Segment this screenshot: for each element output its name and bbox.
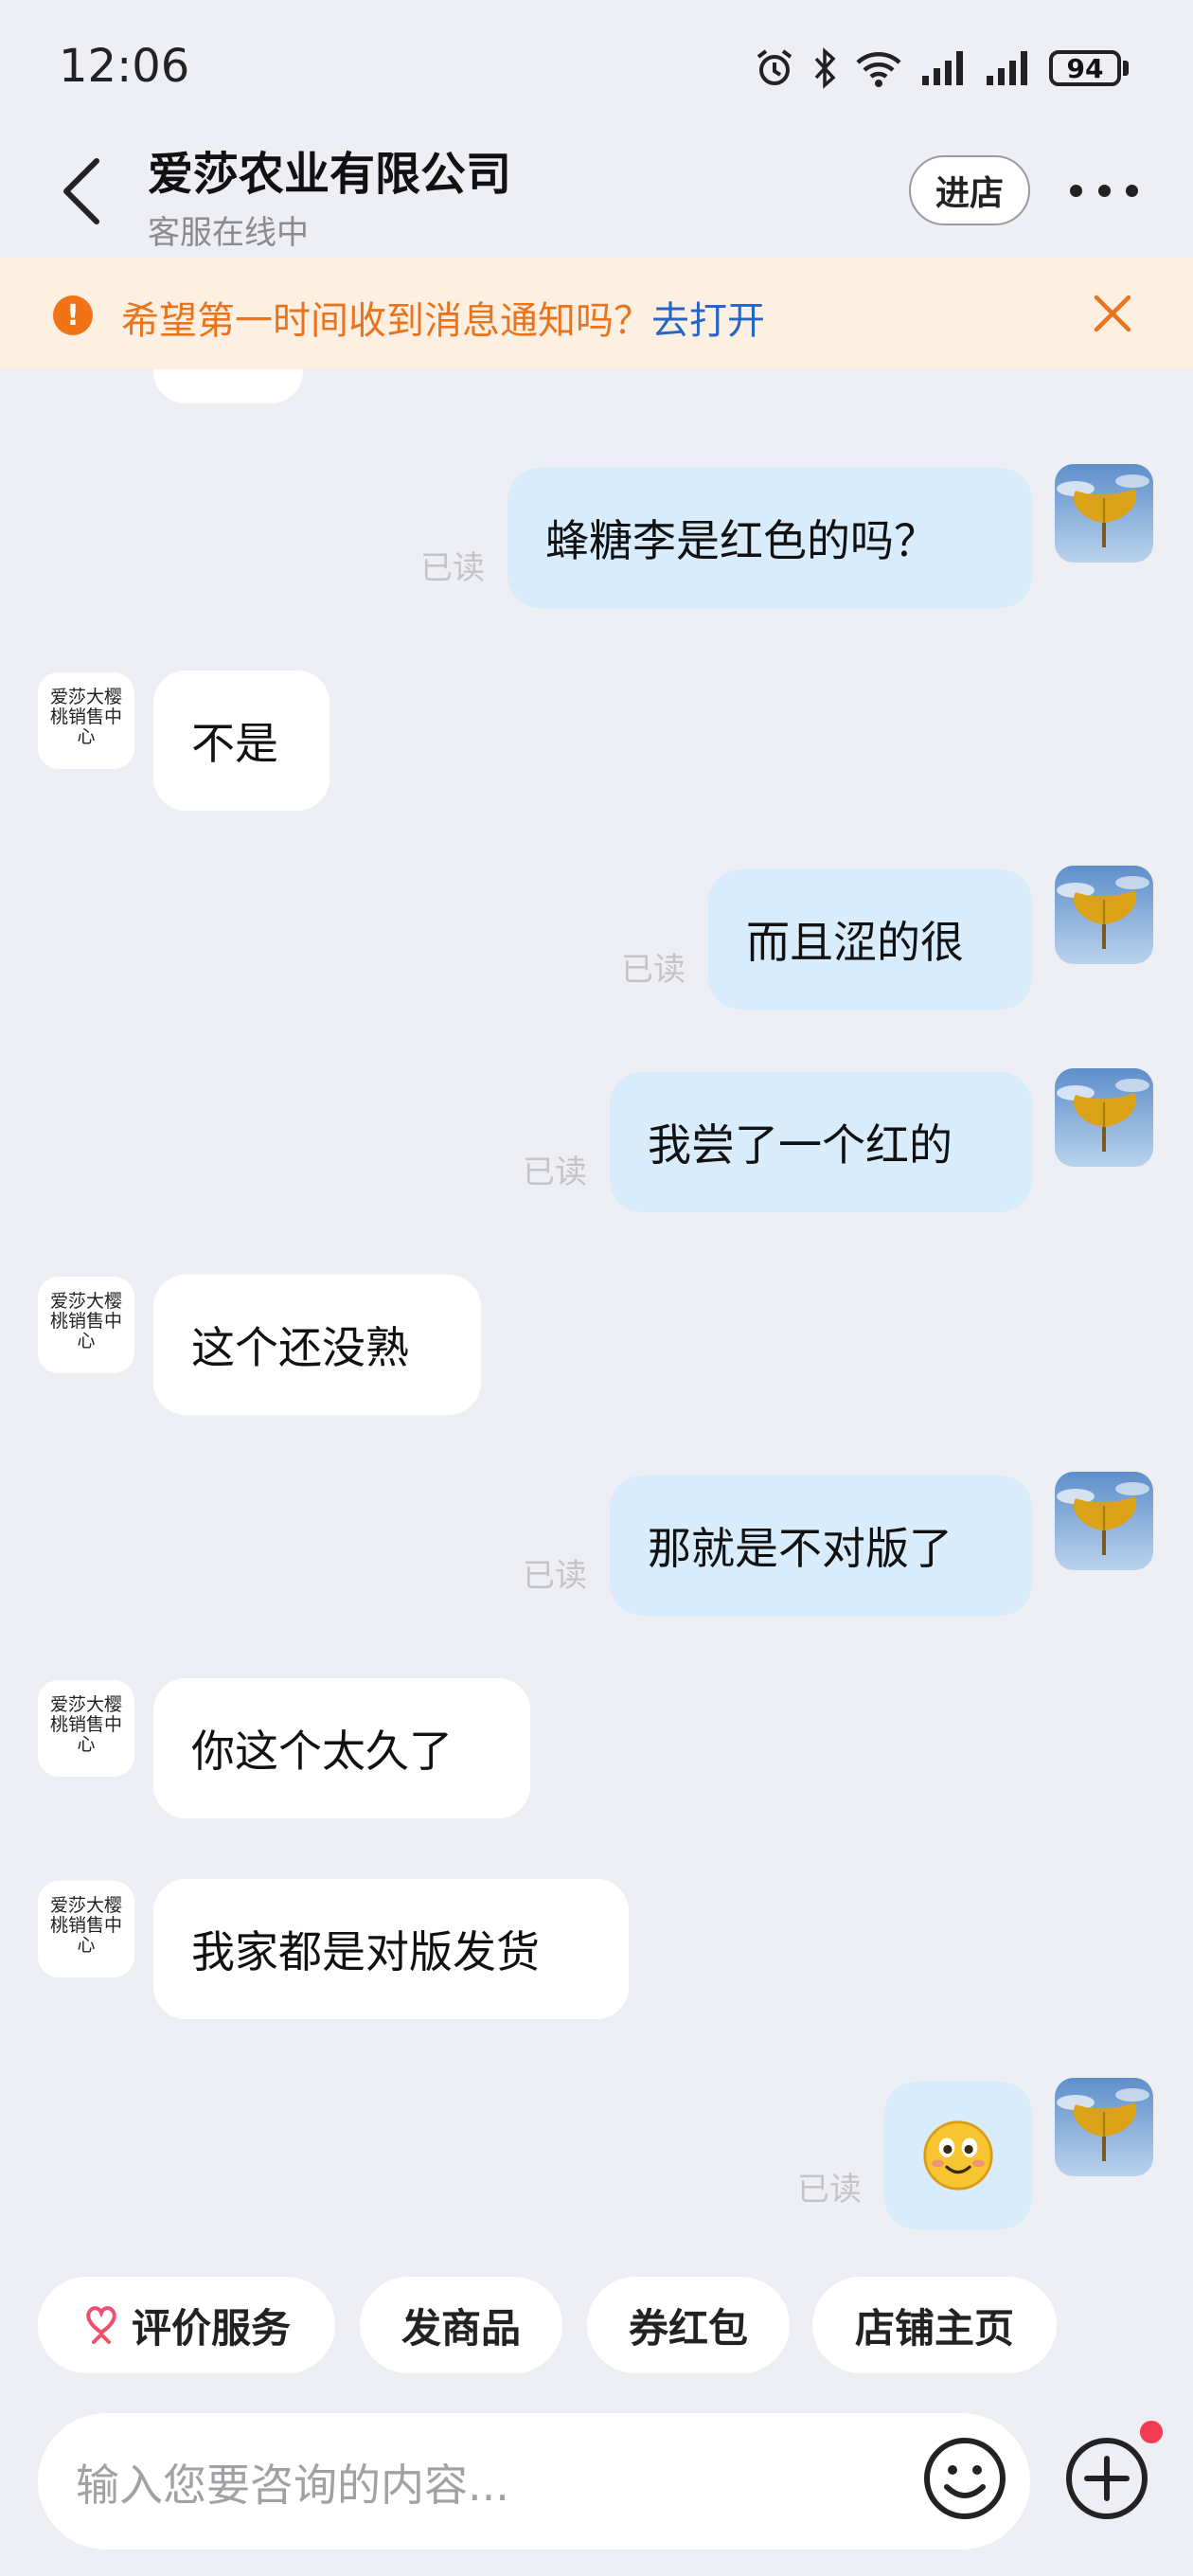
banner-message: 希望第一时间收到消息通知吗？ [121,299,651,343]
sent-message-bubble[interactable]: 蜂糖李是红色的吗？ [507,468,1032,608]
enter-store-button[interactable]: 进店 [909,155,1030,225]
read-receipt: 已读 [797,2171,862,2209]
input-placeholder: 输入您要咨询的内容... [76,2460,509,2511]
shop-avatar[interactable]: 爱莎大樱桃销售中心 [38,1680,134,1777]
sent-message-bubble[interactable]: 而且涩的很 [708,869,1032,1010]
message-text: 这个还没熟 [191,1322,409,1373]
smile-emoji-icon [923,2120,993,2191]
review-service-chip[interactable]: 评价服务 [38,2277,335,2373]
status-time: 12:06 [59,40,190,93]
my-avatar[interactable] [1055,1068,1153,1167]
signal-icon-2 [987,51,1027,85]
chip-label: 评价服务 [131,2304,291,2352]
status-icons: 94 [754,44,1129,93]
message-text: 蜂糖李是红色的吗？ [545,515,937,566]
shop-avatar[interactable]: 爱莎大樱桃销售中心 [38,1277,134,1373]
message-text: 我尝了一个红的 [648,1119,953,1171]
sent-message-bubble[interactable]: 我尝了一个红的 [610,1072,1032,1212]
notification-dot [1140,2421,1163,2443]
send-product-chip[interactable]: 发商品 [360,2277,562,2373]
chip-label: 店铺主页 [854,2304,1014,2352]
read-receipt: 已读 [523,1557,587,1595]
received-message-bubble[interactable]: 你这个太久了 [153,1678,530,1818]
read-receipt: 已读 [621,951,686,989]
chip-label: 发商品 [401,2304,521,2352]
sent-message-bubble[interactable]: 那就是不对版了 [610,1476,1032,1616]
back-arrow-icon[interactable] [55,153,112,229]
battery-level: 94 [1049,50,1121,86]
my-avatar[interactable] [1055,2078,1153,2176]
message-text: 你这个太久了 [191,1726,453,1777]
heart-rating-icon [86,2306,116,2344]
received-message-bubble[interactable]: 不是 [153,671,329,811]
banner-text: 希望第一时间收到消息通知吗？去打开 [121,290,765,345]
chat-title: 爱莎农业有限公司 [148,148,512,201]
coupon-chip[interactable]: 券红包 [587,2277,790,2373]
battery-indicator: 94 [1049,50,1129,86]
shop-avatar[interactable]: 爱莎大樱桃销售中心 [38,1881,134,1977]
read-receipt: 已读 [420,549,485,587]
received-message-bubble[interactable]: 这个还没熟 [153,1275,481,1415]
sent-message-bubble[interactable] [884,2082,1032,2229]
message-text: 我家都是对版发货 [191,1926,540,1977]
online-status: 客服在线中 [148,214,309,252]
add-plus-icon[interactable] [1062,2434,1151,2523]
alarm-icon [757,49,792,85]
store-home-chip[interactable]: 店铺主页 [812,2277,1057,2373]
read-receipt: 已读 [523,1154,587,1191]
more-options-icon[interactable] [1070,176,1138,205]
enable-notification-link[interactable]: 去打开 [651,299,765,343]
message-text: 而且涩的很 [746,917,964,968]
close-icon[interactable] [1089,290,1136,337]
emoji-icon[interactable] [920,2434,1009,2523]
chip-label: 券红包 [628,2304,748,2352]
signal-icon-1 [922,51,963,85]
warning-icon: ! [53,295,93,335]
message-text: 不是 [191,718,278,769]
bluetooth-icon [814,47,836,89]
my-avatar[interactable] [1055,464,1153,563]
message-text: 那就是不对版了 [648,1523,953,1574]
received-message-bubble[interactable]: 我家都是对版发货 [153,1879,629,2019]
my-avatar[interactable] [1055,1472,1153,1570]
my-avatar[interactable] [1055,866,1153,964]
wifi-icon [856,52,901,87]
shop-avatar[interactable]: 爱莎大樱桃销售中心 [38,672,134,769]
